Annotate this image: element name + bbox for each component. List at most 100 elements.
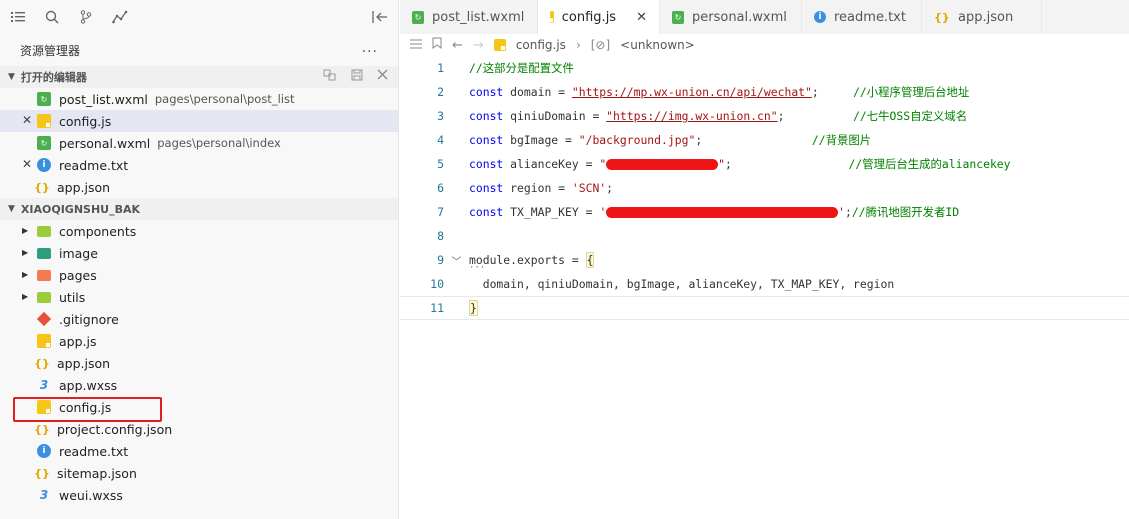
- breadcrumb-file[interactable]: config.js: [516, 38, 566, 52]
- menu-lines-icon[interactable]: [410, 38, 422, 53]
- open-editor-item[interactable]: ✕ i readme.txt: [0, 154, 398, 176]
- code-string: ': [599, 205, 607, 219]
- source-control-icon[interactable]: [78, 9, 94, 25]
- open-editor-path: pages\personal\index: [157, 136, 281, 150]
- search-icon[interactable]: [44, 9, 60, 25]
- tree-file[interactable]: .gitignore: [0, 308, 398, 330]
- json-file-icon: {}: [34, 466, 50, 480]
- tab-post-list-wxml[interactable]: ↻ post_list.wxml: [400, 0, 538, 34]
- js-file-icon: [37, 114, 51, 128]
- tab-label: post_list.wxml: [432, 9, 525, 25]
- line-number: 4: [437, 133, 444, 147]
- extensions-graph-icon[interactable]: [112, 9, 128, 25]
- breadcrumb-symbol[interactable]: <unknown>: [620, 38, 695, 52]
- caret-down-icon: ▼: [8, 204, 15, 214]
- code-text: bgImage =: [503, 133, 579, 147]
- js-file-icon: [37, 334, 51, 348]
- wxss-file-icon: 3: [39, 488, 49, 502]
- line-number: 1: [437, 61, 444, 75]
- tab-app-json[interactable]: {} app.json: [922, 0, 1042, 34]
- close-tab-icon[interactable]: ✕: [636, 10, 647, 25]
- folder-utils-icon: [37, 291, 51, 303]
- back-arrow-icon[interactable]: ←: [452, 38, 463, 53]
- tree-file[interactable]: 3 weui.wxss: [0, 484, 398, 506]
- open-editor-item[interactable]: ↻ post_list.wxml pages\personal\post_lis…: [0, 88, 398, 110]
- tree-folder-utils[interactable]: ▶ utils: [0, 286, 398, 308]
- caret-right-icon: ▶: [22, 270, 29, 279]
- line-number: 7: [437, 205, 444, 219]
- open-editor-item[interactable]: {} app.json: [0, 176, 398, 198]
- json-file-icon: {}: [34, 180, 50, 194]
- fold-chevron-icon[interactable]: ﹀: [444, 253, 469, 268]
- new-file-icon[interactable]: [323, 69, 337, 84]
- tree-file[interactable]: 3 app.wxss: [0, 374, 398, 396]
- redaction-mark: [606, 158, 719, 170]
- code-area[interactable]: 1 //这部分是配置文件 2 const domain = "https://m…: [400, 56, 1129, 320]
- tree-item-label: app.wxss: [59, 377, 118, 393]
- explorer-title-label: 资源管理器: [20, 43, 81, 58]
- tree-folder-image[interactable]: ▶ image: [0, 242, 398, 264]
- sidebar: 资源管理器 ... ▼ 打开的编辑器 ↻ post_list.wxml page…: [0, 0, 399, 519]
- folder-pages-icon: [37, 269, 51, 281]
- code-string[interactable]: "https://img.wx-union.cn": [606, 109, 777, 123]
- code-comment: //七牛OSS自定义域名: [853, 109, 968, 123]
- code-brace: }: [469, 300, 478, 316]
- editor: ↻ post_list.wxml config.js ✕ ↻ personal.…: [400, 0, 1129, 519]
- wxml-file-icon: ↻: [37, 92, 51, 106]
- tab-label: personal.wxml: [692, 9, 787, 25]
- open-editors-header[interactable]: ▼ 打开的编辑器: [0, 66, 398, 88]
- code-string: "/background.jpg": [578, 133, 696, 147]
- project-header[interactable]: ▼ XIAOQIGNSHU_BAK: [0, 198, 398, 220]
- close-icon[interactable]: ✕: [22, 157, 32, 171]
- tab-personal-wxml[interactable]: ↻ personal.wxml: [660, 0, 802, 34]
- caret-down-icon: ▼: [8, 72, 15, 82]
- code-line: 1 //这部分是配置文件: [400, 56, 1129, 80]
- info-file-icon: i: [814, 11, 826, 23]
- explorer-title: 资源管理器 ...: [0, 34, 398, 66]
- code-comment: //腾讯地图开发者ID: [851, 205, 960, 219]
- save-all-icon[interactable]: [351, 69, 363, 84]
- tab-config-js[interactable]: config.js ✕: [538, 0, 660, 34]
- wxml-file-icon: ↻: [672, 10, 684, 24]
- open-editor-path: pages\personal\post_list: [154, 92, 295, 106]
- tree-file[interactable]: app.js: [0, 330, 398, 352]
- code-comment: //这部分是配置文件: [469, 61, 574, 75]
- js-file-icon: [548, 11, 554, 23]
- tree-item-label: readme.txt: [59, 443, 129, 459]
- code-string[interactable]: "https://mp.wx-union.cn/api/wechat": [572, 85, 812, 99]
- open-editors-actions: [323, 69, 388, 84]
- tab-readme-txt[interactable]: i readme.txt: [802, 0, 922, 34]
- tree-file[interactable]: {} app.json: [0, 352, 398, 374]
- tree-item-label: app.json: [57, 355, 111, 371]
- code-brace: {: [585, 252, 595, 268]
- editor-tabs: ↻ post_list.wxml config.js ✕ ↻ personal.…: [400, 0, 1129, 34]
- close-all-icon[interactable]: [377, 69, 388, 84]
- tree-file[interactable]: {} sitemap.json: [0, 462, 398, 484]
- code-text: ;: [606, 181, 614, 195]
- code-line: 10 domain, qiniuDomain, bgImage, aliance…: [400, 272, 1129, 296]
- wxml-file-icon: ↻: [412, 10, 424, 24]
- bookmark-icon[interactable]: [432, 37, 442, 53]
- tree-file[interactable]: i readme.txt: [0, 440, 398, 462]
- code-text: domain =: [503, 85, 572, 99]
- tree-folder-pages[interactable]: ▶ pages: [0, 264, 398, 286]
- code-comment: //背景图片: [811, 133, 872, 147]
- line-number: 10: [430, 277, 444, 291]
- open-editor-item[interactable]: ↻ personal.wxml pages\personal\index: [0, 132, 398, 154]
- collapse-sidebar-icon[interactable]: [372, 9, 388, 25]
- code-keyword: const: [469, 157, 504, 171]
- line-number: 5: [437, 157, 444, 171]
- folder-components-icon: [37, 225, 51, 237]
- list-icon[interactable]: [10, 9, 26, 25]
- code-string: ": [599, 157, 607, 171]
- tree-item-label: weui.wxss: [59, 487, 123, 503]
- chevron-right-icon: ›: [575, 38, 581, 52]
- activity-bar: [0, 0, 398, 34]
- forward-arrow-icon[interactable]: →: [473, 38, 484, 53]
- more-actions-button[interactable]: ...: [362, 40, 378, 56]
- open-editor-item-active[interactable]: ✕ config.js: [0, 110, 398, 132]
- close-icon[interactable]: ✕: [22, 113, 32, 127]
- code-keyword: const: [469, 85, 504, 99]
- line-number: 11: [430, 301, 444, 315]
- tree-folder-components[interactable]: ▶ components: [0, 220, 398, 242]
